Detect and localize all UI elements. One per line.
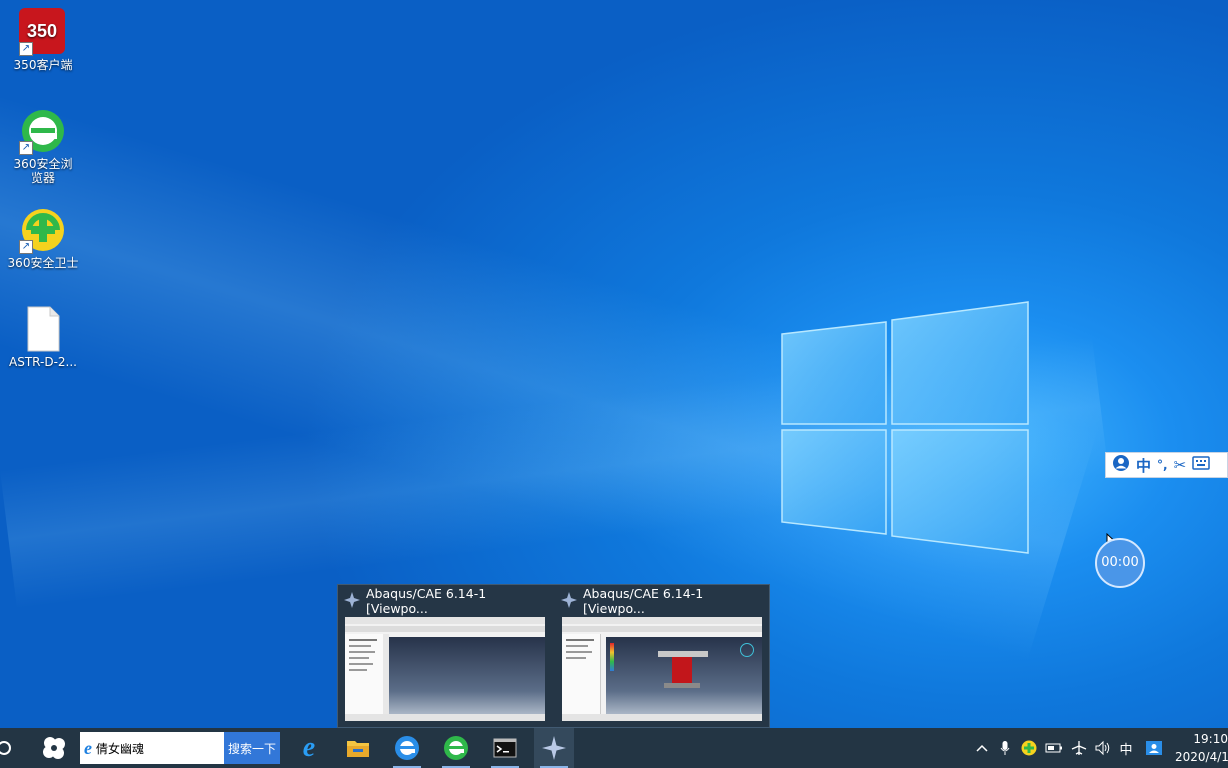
ime-mode-toggle[interactable]: 中 xyxy=(1136,455,1151,476)
desktop-icon-360-browser[interactable]: ↗ 360安全浏览器 xyxy=(3,107,83,185)
battery-icon[interactable] xyxy=(1043,728,1065,768)
recording-timer[interactable]: 00:00 xyxy=(1095,538,1145,588)
taskbar: e 倩女幽魂 搜索一下 e 中 19:10 2020/4/1 xyxy=(0,728,1228,768)
desktop-icon-label: 360安全卫士 xyxy=(7,256,79,270)
abaqus-icon xyxy=(344,591,360,611)
airplane-mode-icon[interactable] xyxy=(1068,728,1090,768)
ie-icon: e xyxy=(302,732,316,763)
abaqus-icon xyxy=(561,591,577,611)
system-clock[interactable]: 19:10 2020/4/1 xyxy=(1175,730,1228,766)
thumbnail-title: Abaqus/CAE 6.14-1 [Viewpo... xyxy=(366,586,487,616)
desktop-icon-label: 360安全浏览器 xyxy=(13,157,73,185)
360-browser-alt-icon xyxy=(444,736,468,760)
file-icon xyxy=(19,305,67,353)
desktop-icon-astr-file[interactable]: ASTR-D-2... xyxy=(3,305,83,369)
desktop-icon-360-security[interactable]: ↗ 360安全卫士 xyxy=(3,206,83,270)
taskbar-abaqus[interactable] xyxy=(534,728,574,768)
pinwheel-icon xyxy=(43,737,65,759)
start-button[interactable] xyxy=(34,728,74,768)
clock-date: 2020/4/1 xyxy=(1175,750,1228,764)
350-client-icon: 350 ↗ xyxy=(19,8,67,56)
terminal-icon xyxy=(493,738,517,758)
clock-time: 19:10 xyxy=(1193,732,1228,746)
volume-icon[interactable] xyxy=(1092,728,1114,768)
thumbnail-title: Abaqus/CAE 6.14-1 [Viewpo... xyxy=(583,586,704,616)
taskbar-ie[interactable]: e xyxy=(289,728,329,768)
ie-icon: e xyxy=(84,737,92,758)
360-browser-icon: ↗ xyxy=(19,107,67,155)
microphone-icon[interactable] xyxy=(996,728,1014,768)
taskbar-file-explorer[interactable] xyxy=(338,728,378,768)
taskbar-360-browser[interactable] xyxy=(387,728,427,768)
taskbar-360-browser-alt[interactable] xyxy=(436,728,476,768)
desktop-icon-label: 350客户端 xyxy=(13,58,73,72)
thumbnail-preview xyxy=(345,617,545,721)
show-hidden-icons-chevron-icon[interactable] xyxy=(972,728,992,768)
taskbar-terminal[interactable] xyxy=(485,728,525,768)
shortcut-arrow-icon: ↗ xyxy=(19,141,33,155)
search-query: 倩女幽魂 xyxy=(96,741,145,756)
search-input[interactable]: e 倩女幽魂 xyxy=(80,732,224,764)
ime-toolbar[interactable]: 中 °, ✂ xyxy=(1105,452,1228,478)
thumbnail-window-1[interactable]: Abaqus/CAE 6.14-1 [Viewpo... xyxy=(338,585,548,725)
360-security-tray-icon[interactable] xyxy=(1019,728,1039,768)
shortcut-arrow-icon: ↗ xyxy=(19,240,33,254)
taskbar-thumbnail-popup: Abaqus/CAE 6.14-1 [Viewpo... Abaqus/CAE … xyxy=(337,584,770,728)
punctuation-toggle[interactable]: °, xyxy=(1157,458,1168,472)
desktop-icon-label: ASTR-D-2... xyxy=(9,355,77,369)
360-browser-icon xyxy=(395,736,419,760)
scissors-icon[interactable]: ✂ xyxy=(1174,456,1187,474)
thumbnail-preview xyxy=(562,617,762,721)
abaqus-icon xyxy=(542,736,566,760)
keyboard-icon[interactable] xyxy=(1192,456,1210,474)
360-security-icon: ↗ xyxy=(19,206,67,254)
windows-logo xyxy=(781,301,1029,554)
user-icon[interactable] xyxy=(1112,454,1130,476)
ime-user-tray-icon[interactable] xyxy=(1142,728,1166,768)
search-button[interactable]: 搜索一下 xyxy=(224,732,280,764)
desktop-icon-350-client[interactable]: 350 ↗ 350客户端 xyxy=(3,8,83,72)
cortana-icon[interactable] xyxy=(0,728,14,768)
ime-indicator[interactable]: 中 xyxy=(1116,728,1136,768)
thumbnail-window-2[interactable]: Abaqus/CAE 6.14-1 [Viewpo... xyxy=(555,585,765,725)
file-explorer-icon xyxy=(347,741,369,757)
shortcut-arrow-icon: ↗ xyxy=(19,42,33,56)
